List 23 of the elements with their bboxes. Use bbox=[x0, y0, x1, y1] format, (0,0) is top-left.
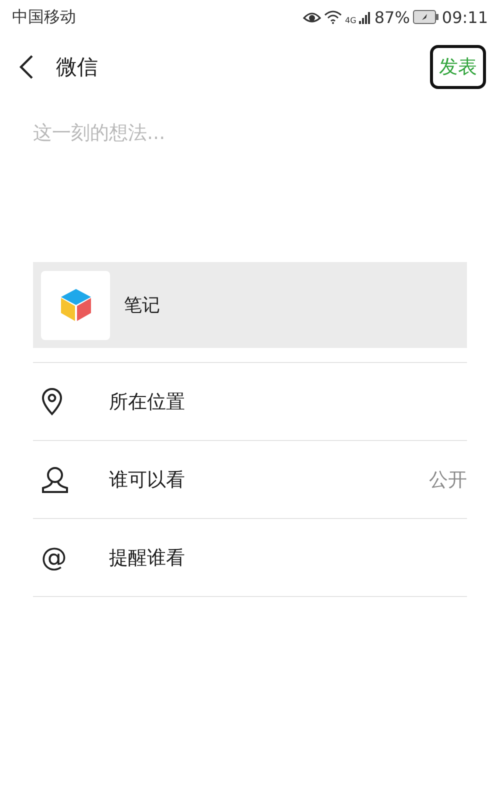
back-icon[interactable] bbox=[18, 54, 34, 80]
clock-time: 09:11 bbox=[442, 8, 488, 26]
option-value: 公开 bbox=[429, 468, 467, 492]
attachment-card[interactable]: 笔记 bbox=[33, 262, 467, 348]
battery-icon bbox=[412, 10, 439, 24]
battery-percent: 87% bbox=[374, 8, 410, 26]
option-label: 谁可以看 bbox=[109, 468, 186, 492]
option-row[interactable]: 谁可以看 公开 bbox=[33, 441, 467, 519]
attachment-title: 笔记 bbox=[124, 294, 160, 317]
eye-icon bbox=[303, 10, 322, 24]
network-label: 4G bbox=[345, 16, 356, 24]
option-row[interactable]: @ 提醒谁看 bbox=[33, 519, 467, 597]
wifi-icon bbox=[324, 10, 342, 24]
option-row[interactable]: 所在位置 bbox=[33, 363, 467, 441]
carrier-name: 中国移动 bbox=[12, 6, 76, 28]
person-icon bbox=[41, 466, 69, 494]
signal-icon bbox=[359, 10, 372, 24]
header-title: 微信 bbox=[56, 54, 99, 81]
option-label: 提醒谁看 bbox=[109, 546, 186, 570]
option-label: 所在位置 bbox=[109, 390, 186, 414]
cube-icon bbox=[58, 287, 92, 323]
location-pin-icon bbox=[41, 388, 63, 416]
at-sign-icon: @ bbox=[41, 544, 67, 570]
